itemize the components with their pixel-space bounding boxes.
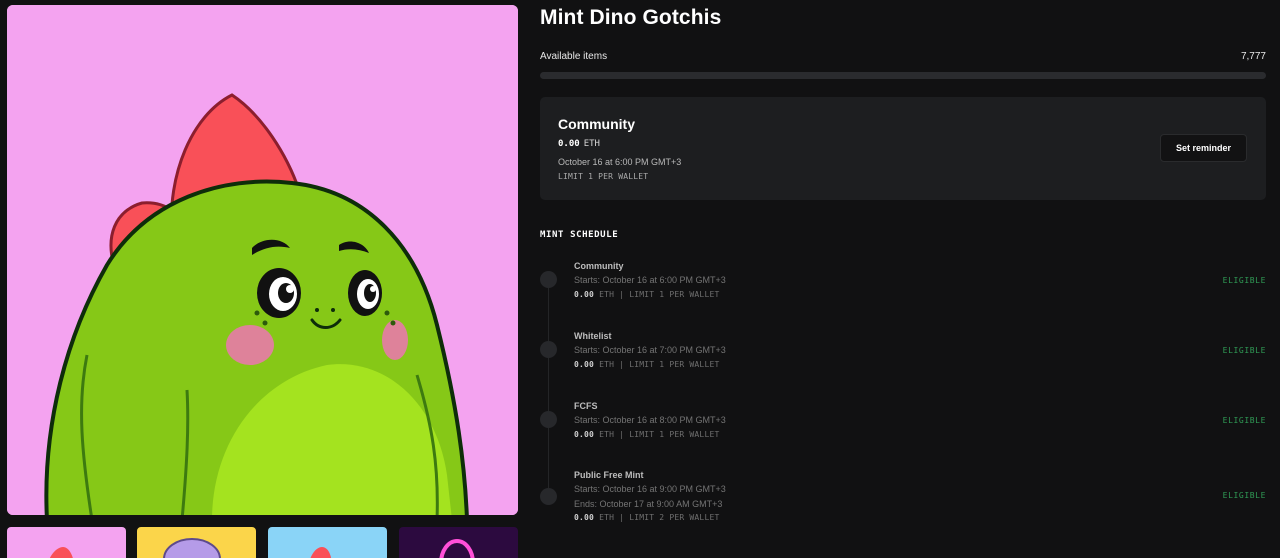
current-phase-date: October 16 at 6:00 PM GMT+3: [558, 157, 682, 167]
available-items-count: 7,777: [1240, 51, 1266, 62]
timeline-dot-icon: [540, 488, 557, 505]
phase-limit: ETH | LIMIT 1 PER WALLET: [599, 290, 720, 299]
eligible-badge: ELIGIBLE: [1222, 346, 1266, 355]
mint-progress-bar: [540, 72, 1266, 79]
timeline-dot-icon: [540, 271, 557, 288]
phase-meta: 0.00 ETH | LIMIT 2 PER WALLET: [574, 513, 720, 522]
phase-name: Whitelist: [574, 331, 612, 341]
phase-name: Community: [574, 261, 624, 271]
phase-limit: ETH | LIMIT 1 PER WALLET: [599, 430, 720, 439]
timeline-line: [548, 280, 549, 498]
eligible-badge: ELIGIBLE: [1222, 276, 1266, 285]
phase-start: Starts: October 16 at 7:00 PM GMT+3: [574, 345, 726, 355]
current-phase-name: Community: [558, 116, 635, 132]
thumbnail-2[interactable]: [137, 527, 256, 558]
phase-name: FCFS: [574, 401, 598, 411]
page-title: Mint Dino Gotchis: [540, 6, 722, 29]
current-phase-price: 0.00 ETH: [558, 139, 600, 149]
thumbnail-strip: [7, 527, 518, 558]
eligible-badge: ELIGIBLE: [1222, 491, 1266, 500]
phase-meta: 0.00 ETH | LIMIT 1 PER WALLET: [574, 360, 720, 369]
phase-price: 0.00: [574, 360, 595, 369]
dino-illustration: [7, 5, 518, 515]
phase-limit: ETH | LIMIT 2 PER WALLET: [599, 513, 720, 522]
phase-name: Public Free Mint: [574, 470, 644, 480]
available-items-label: Available items: [540, 51, 608, 62]
set-reminder-button[interactable]: Set reminder: [1160, 134, 1247, 162]
purple-neon-thumbnail-icon: [399, 527, 518, 558]
current-phase-limit: LIMIT 1 PER WALLET: [558, 172, 649, 181]
current-phase-card: Community 0.00 ETH October 16 at 6:00 PM …: [540, 97, 1266, 200]
eligible-badge: ELIGIBLE: [1222, 416, 1266, 425]
phase-price: 0.00: [574, 430, 595, 439]
thumbnail-3[interactable]: [268, 527, 387, 558]
timeline-dot-icon: [540, 341, 557, 358]
mint-page: Mint Dino Gotchis Available items 7,777 …: [0, 0, 1280, 558]
price-value: 0.00: [558, 139, 580, 149]
price-currency: ETH: [583, 139, 600, 149]
phase-start: Starts: October 16 at 8:00 PM GMT+3: [574, 415, 726, 425]
phase-price: 0.00: [574, 513, 595, 522]
yellow-purple-thumbnail-icon: [137, 527, 256, 558]
phase-price: 0.00: [574, 290, 595, 299]
thumbnail-1[interactable]: [7, 527, 126, 558]
pink-dino-thumbnail-icon: [7, 527, 126, 558]
phase-meta: 0.00 ETH | LIMIT 1 PER WALLET: [574, 290, 720, 299]
phase-start: Starts: October 16 at 6:00 PM GMT+3: [574, 275, 726, 285]
mint-schedule-title: MINT SCHEDULE: [540, 230, 619, 240]
blue-dino-thumbnail-icon: [268, 527, 387, 558]
phase-meta: 0.00 ETH | LIMIT 1 PER WALLET: [574, 430, 720, 439]
timeline-dot-icon: [540, 411, 557, 428]
phase-limit: ETH | LIMIT 1 PER WALLET: [599, 360, 720, 369]
phase-end: Ends: October 17 at 9:00 AM GMT+3: [574, 499, 723, 509]
hero-image: [7, 5, 518, 515]
thumbnail-4[interactable]: [399, 527, 518, 558]
phase-start: Starts: October 16 at 9:00 PM GMT+3: [574, 484, 726, 494]
